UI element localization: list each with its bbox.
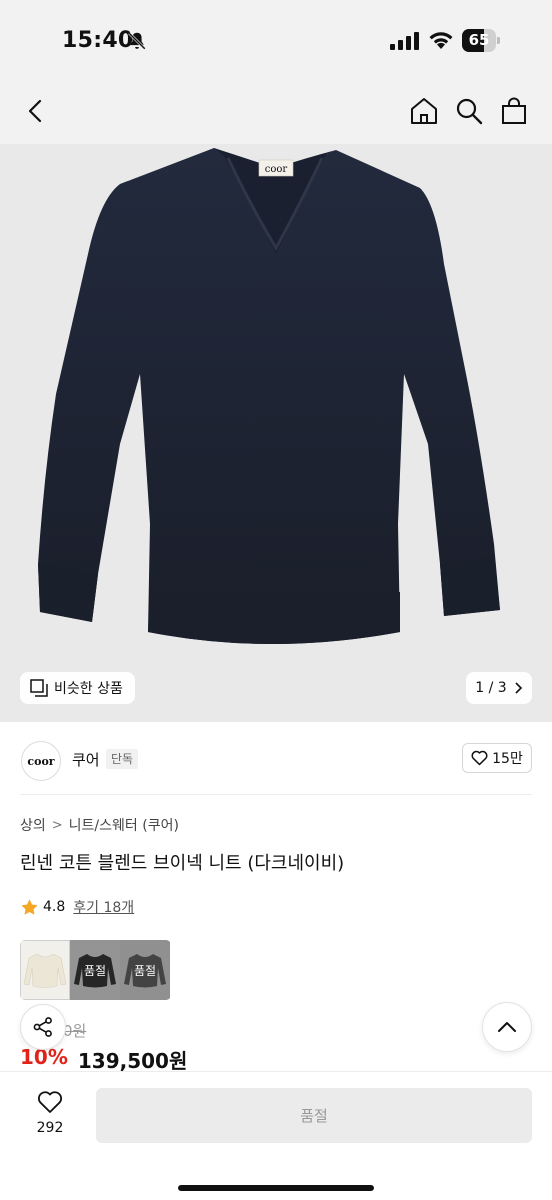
- shopping-bag-icon[interactable]: [499, 96, 529, 126]
- star-icon: [21, 898, 38, 915]
- chevron-up-icon: [498, 1022, 516, 1032]
- sweater-thumbnail: [23, 953, 67, 988]
- rating-value: 4.8: [43, 899, 66, 915]
- nav-bar: [0, 76, 552, 144]
- status-bar: 15:40 65: [0, 0, 552, 76]
- sweater-image: coor: [38, 148, 500, 644]
- sold-out-overlay: 품절: [70, 940, 120, 1000]
- exclusive-badge: 단독: [106, 749, 139, 769]
- wishlist-count: 292: [36, 1120, 64, 1136]
- brand-name[interactable]: 쿠어: [72, 749, 100, 770]
- similar-products-button[interactable]: 비슷한 상품: [20, 672, 135, 704]
- back-arrow-icon[interactable]: [20, 96, 50, 126]
- home-icon[interactable]: [409, 96, 439, 126]
- review-link[interactable]: 후기 18개: [73, 897, 134, 917]
- bottom-bar: 292 품절: [0, 1071, 552, 1200]
- sale-price: 139,500원: [77, 1049, 188, 1073]
- product-image[interactable]: coor: [0, 144, 552, 722]
- signal-icon: [390, 32, 419, 50]
- brand-like-count: 15만: [492, 751, 523, 767]
- sweater-label-text: coor: [265, 164, 288, 175]
- similar-products-icon: [30, 679, 48, 697]
- color-option[interactable]: [20, 940, 70, 1000]
- similar-products-label: 비슷한 상품: [54, 681, 123, 697]
- breadcrumb: 상의 > 니트/스웨터 (쿠어): [20, 815, 179, 835]
- status-time: 15:40: [62, 28, 134, 53]
- image-pager[interactable]: 1 / 3: [466, 672, 532, 704]
- bell-slash-icon: [128, 32, 146, 50]
- brand-row: coor 쿠어 단독 15만: [0, 722, 552, 794]
- divider: [20, 794, 532, 795]
- brand-logo[interactable]: coor: [21, 741, 61, 781]
- battery-level: 65: [468, 31, 490, 49]
- pager-text: 1 / 3: [475, 680, 507, 696]
- heart-icon: [471, 750, 488, 766]
- home-indicator: [178, 1185, 374, 1191]
- battery-icon: 65: [462, 29, 500, 52]
- wifi-icon: [429, 32, 453, 49]
- heart-icon: [37, 1091, 63, 1113]
- scroll-top-button[interactable]: [482, 1002, 532, 1052]
- breadcrumb-item-category[interactable]: 상의: [20, 815, 46, 835]
- breadcrumb-item-subcategory[interactable]: 니트/스웨터 (쿠어): [69, 815, 179, 835]
- search-icon[interactable]: [454, 96, 484, 126]
- chevron-right-icon: [515, 682, 522, 694]
- sold-out-button[interactable]: 품절: [96, 1088, 532, 1143]
- share-icon: [33, 1017, 52, 1037]
- sold-out-overlay: 품절: [120, 940, 170, 1000]
- share-button[interactable]: [20, 1004, 66, 1050]
- wishlist-button[interactable]: 292: [24, 1090, 76, 1142]
- product-title: 린넨 코튼 블렌드 브이넥 니트 (다크네이비): [20, 853, 345, 874]
- rating-row: 4.8 후기 18개: [20, 897, 134, 917]
- color-option[interactable]: 품절: [70, 940, 120, 1000]
- chevron-right-icon: >: [51, 817, 63, 833]
- color-option[interactable]: 품절: [120, 940, 170, 1000]
- color-options: 품절 품절: [20, 940, 171, 1000]
- brand-like-button[interactable]: 15만: [462, 743, 532, 773]
